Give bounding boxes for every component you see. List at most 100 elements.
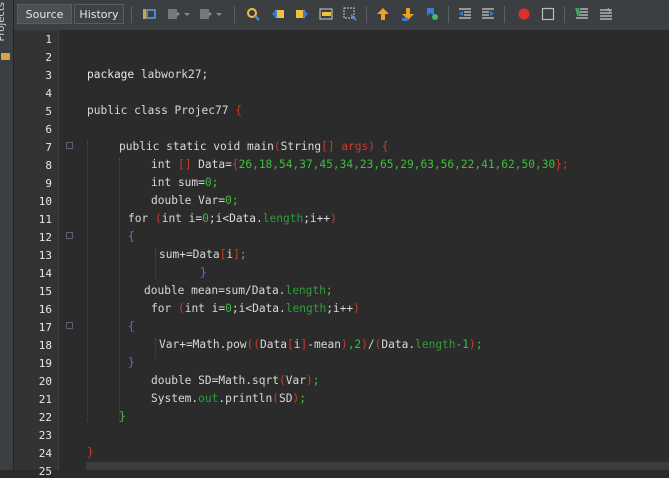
projects-folder-icon [1,53,10,60]
code-token: ; [325,284,333,297]
code-token: .println [218,392,273,405]
code-token: { [375,140,389,153]
next-bookmark-icon[interactable] [401,7,415,21]
tab-source[interactable]: Source [17,4,72,24]
line-number: 13 [38,249,52,262]
line-number: 6 [45,123,52,136]
code-token: out [198,392,219,405]
code-token: 0 [225,302,232,315]
code-line-12[interactable]: { [128,230,135,243]
code-line-5[interactable]: public class Projec77 { [87,104,242,117]
line-number: 1 [45,33,52,46]
code-line-19[interactable]: } [128,356,135,369]
find-selection-icon[interactable] [246,7,260,21]
code-token: Var [285,374,306,387]
shift-left-icon[interactable] [458,7,472,21]
code-line-21[interactable]: System.out.println(SD); [151,392,306,405]
code-line-9[interactable]: int sum=0; [151,176,218,189]
code-token: }; [555,158,569,171]
line-number: 3 [45,69,52,82]
line-number: 8 [45,159,52,172]
forward-icon[interactable] [199,7,213,21]
code-token: ) [469,338,476,351]
code-token: ) [340,338,348,351]
fold-toggle-icon[interactable] [66,142,73,149]
tab-history[interactable]: History [74,4,124,24]
fold-toggle-icon[interactable] [66,232,73,239]
code-line-3[interactable]: package labwork27; [87,68,208,81]
start-macro-icon[interactable] [517,7,531,21]
projects-sidebar[interactable]: Projects [0,0,14,470]
code-token: package [87,68,135,81]
previous-bookmark-icon[interactable] [376,7,390,21]
indent-guide [87,140,88,422]
code-line-22[interactable]: } [119,410,126,423]
code-line-14[interactable]: } [200,266,207,279]
line-number: 21 [38,393,52,406]
line-number: 11 [38,213,52,226]
code-token: ) [361,338,368,351]
line-number: 23 [38,429,52,442]
comment-icon[interactable] [575,7,589,21]
code-token: ( [273,140,281,153]
line-number: 2 [45,51,52,64]
code-line-7[interactable]: public static void main(String[] args) { [119,140,389,153]
find-next-icon[interactable] [295,7,309,21]
code-line-15[interactable]: double mean=sum/Data.length; [144,284,333,297]
toolbar-separator [448,6,449,23]
stop-macro-icon[interactable] [541,7,555,21]
code-token: 0 [204,176,212,189]
line-number: 7 [45,141,52,154]
code-token: for [128,212,155,225]
code-line-24[interactable]: } [87,446,94,459]
code-line-10[interactable]: double Var=0; [151,194,239,207]
code-token: ; [312,374,320,387]
last-edit-icon[interactable] [142,7,156,21]
code-token: [ [287,338,294,351]
code-token: -1 [455,338,470,351]
toggle-highlight-icon[interactable] [319,7,333,21]
line-number: 9 [45,177,52,190]
code-token: ) [368,140,376,153]
forward-history-dropdown-icon[interactable] [215,7,223,21]
line-number: 20 [38,375,52,388]
line-number: 4 [45,87,52,100]
shift-right-icon[interactable] [481,7,495,21]
fold-toggle-icon[interactable] [66,322,73,329]
horizontal-scrollbar[interactable] [86,462,669,470]
code-token: ; [239,248,247,261]
code-line-11[interactable]: for (int i=0;i<Data.length;i++) [128,212,337,225]
code-line-16[interactable]: for (int i=0;i<Data.length;i++) [151,302,360,315]
line-number: 25 [38,465,52,478]
code-token: { [128,230,135,243]
code-token: (( [246,338,261,351]
line-number: 14 [38,267,52,280]
code-token: ; [299,392,306,405]
find-previous-icon[interactable] [271,7,285,21]
toggle-rect-select-icon[interactable] [343,7,357,21]
toggle-bookmark-icon[interactable] [425,7,439,21]
code-line-13[interactable]: sum+=Data[i]; [159,248,247,261]
code-token: Data. [381,338,416,351]
code-token: } [87,446,94,459]
code-token: ) [330,212,337,225]
code-token: double Var= [151,194,226,207]
code-token: 26,18,54,37,45,34,23,65,29,63,56,22,41,6… [238,158,556,171]
line-number: 16 [38,303,52,316]
code-token: sum+=Data [159,248,220,261]
code-token: int [151,158,178,171]
code-token: / [367,338,375,351]
code-token: String [280,140,322,153]
code-line-8[interactable]: int [] Data={26,18,54,37,45,34,23,65,29,… [151,158,569,171]
back-history-dropdown-icon[interactable] [183,7,191,21]
code-token: ) [353,302,360,315]
back-icon[interactable] [167,7,181,21]
code-line-17[interactable]: { [128,320,135,333]
code-line-20[interactable]: double SD=Math.sqrt(Var); [151,374,319,387]
uncomment-icon[interactable] [599,7,613,21]
code-token: length [285,302,327,315]
code-token: ; [211,176,219,189]
code-line-18[interactable]: Var+=Math.pow((Data[i]-mean),2)/(Data.le… [159,338,483,351]
code-token: ) [305,374,313,387]
code-token: Data= [191,158,232,171]
